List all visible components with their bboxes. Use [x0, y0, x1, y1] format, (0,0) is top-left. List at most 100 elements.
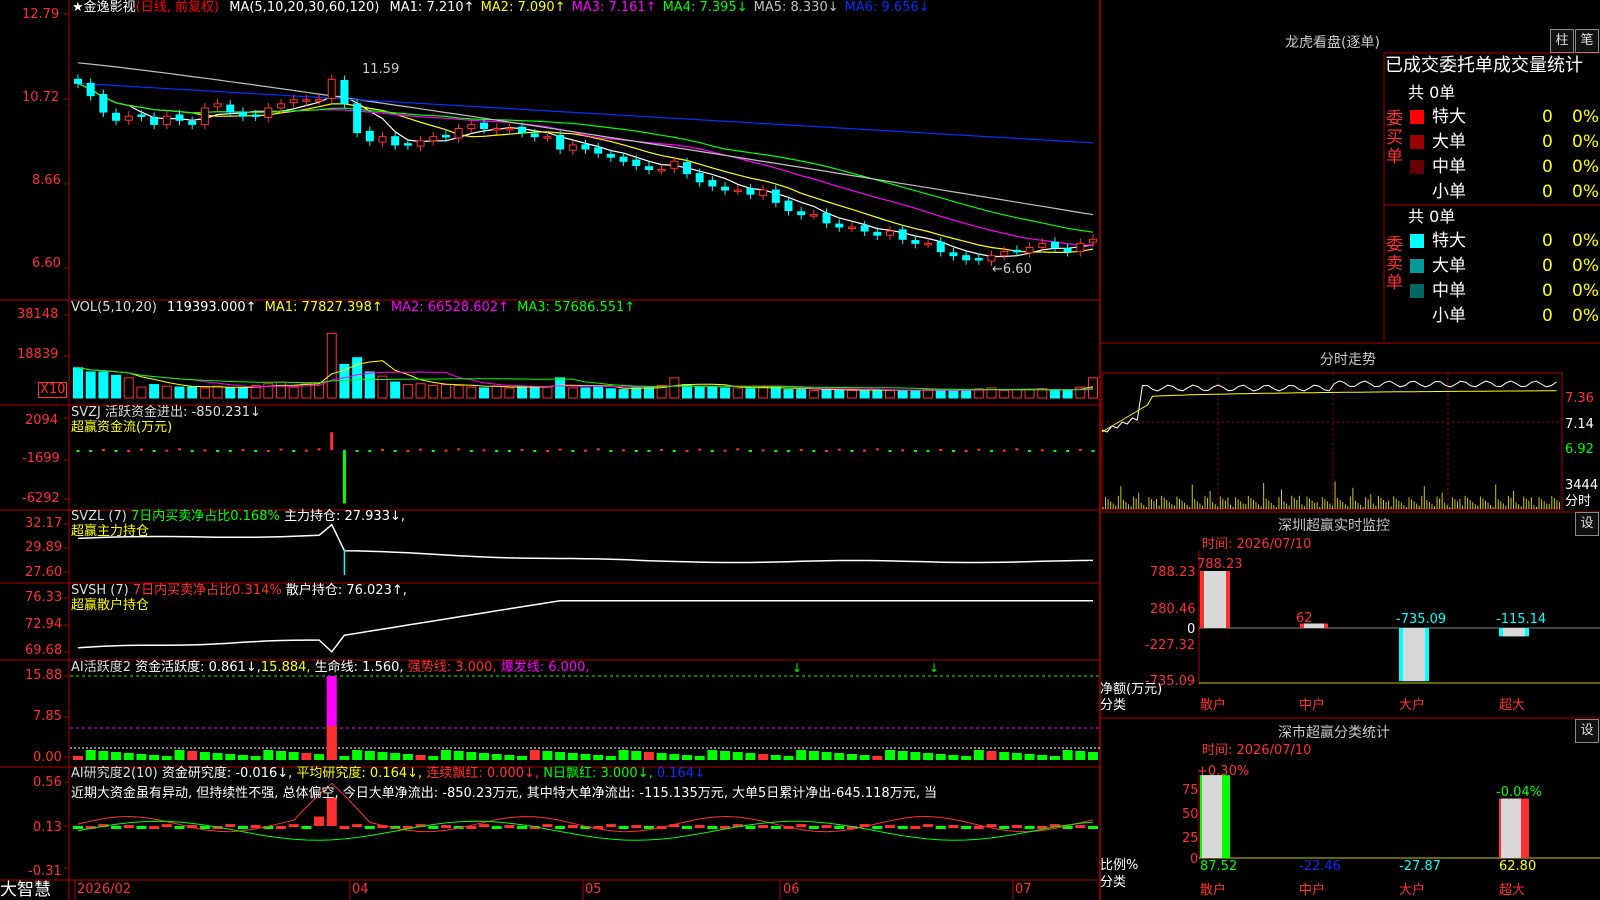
buy-total: 共 0单 [1408, 83, 1456, 102]
color-swatch-icon [1410, 160, 1424, 174]
candle-body [784, 200, 793, 212]
activity-bar [276, 751, 286, 760]
activity-bar [567, 753, 578, 760]
activity-bar [517, 756, 528, 760]
sell-row-name: 小单 [1432, 306, 1466, 326]
flow-bar [1015, 448, 1019, 451]
activity-bar [529, 750, 540, 760]
research-bar [872, 826, 883, 829]
szc-category: 大户 [1399, 883, 1426, 898]
candle-body [644, 166, 653, 171]
activity-bar [402, 754, 413, 760]
volume-bar [187, 386, 198, 399]
candle-body [391, 136, 400, 146]
research-bar [935, 826, 946, 829]
candle-body [1076, 242, 1085, 253]
activity-bar [111, 752, 122, 760]
volume-bar [98, 371, 109, 399]
research-bar [567, 825, 578, 829]
flow-bar [254, 450, 258, 452]
candle-body [1000, 251, 1009, 257]
candle-body [924, 242, 933, 246]
buy-row: 特大 0 0% [1410, 106, 1599, 128]
timeshare-avg-line [1101, 390, 1557, 433]
volume-bar [212, 385, 223, 399]
research-bar [161, 824, 172, 828]
flow-bar [926, 450, 930, 452]
activity-bar [352, 750, 363, 760]
sell-row-pct: 0% [1572, 256, 1599, 276]
chart-canvas: ↓ ↓ [0, 0, 1600, 900]
candle-body [530, 133, 539, 138]
buy-row-pct: 0% [1572, 182, 1599, 202]
volume-bar [364, 371, 375, 399]
retail-holding-line [77, 599, 1093, 653]
flow-bar [342, 450, 346, 504]
volume-bar [923, 389, 934, 399]
candle-body [886, 230, 894, 236]
buy-row-pct: 0% [1572, 107, 1599, 127]
candle-body [264, 107, 273, 118]
candle-body [809, 214, 818, 217]
star-icon[interactable]: ★ [72, 0, 84, 15]
szc-bar-highlight [1202, 775, 1222, 858]
szm-bar-highlight [1204, 571, 1226, 628]
tick-view-button[interactable]: 笔 [1575, 29, 1599, 53]
activity-bar [669, 754, 680, 760]
research-bar [745, 826, 756, 829]
volume-bar [174, 386, 185, 399]
szc-top-label: +0.30% [1197, 764, 1250, 779]
flow-bar [444, 449, 448, 452]
sell-label: 委卖单 [1386, 235, 1403, 293]
activity-bar [796, 750, 807, 760]
date-tick: 05 [585, 882, 602, 897]
candle-body [429, 136, 438, 142]
chart-mode: (日线, 前复权) [135, 0, 220, 15]
ma-value-1: MA1: 7.210↑ [389, 0, 475, 15]
szc-top-label: -0.04% [1496, 785, 1542, 800]
activity-bar [149, 755, 160, 760]
szc-tick: 0 [1190, 852, 1199, 867]
szm-value-label: 62 [1296, 611, 1313, 626]
research-bar [1075, 825, 1086, 829]
candle-body [873, 231, 882, 236]
candle-body [847, 226, 856, 229]
bar-view-button[interactable]: 柱 [1550, 29, 1574, 53]
flow-bar [571, 450, 575, 452]
research-bar [364, 826, 375, 829]
flow-bar [152, 450, 156, 452]
color-swatch-icon [1410, 309, 1424, 323]
candle-body [251, 114, 260, 117]
szc-category: 散户 [1200, 883, 1227, 898]
research-bar [225, 824, 236, 828]
buy-row-name: 大单 [1432, 132, 1466, 152]
candle-body [162, 115, 171, 125]
flow-bar [723, 449, 727, 452]
candle-body [150, 116, 159, 125]
sell-row-count: 0 [1542, 281, 1553, 301]
vol-tick: 38148 [17, 307, 59, 322]
sell-row: 中单 0 0% [1410, 280, 1599, 302]
candle-body [936, 241, 945, 253]
activity-bar [263, 750, 274, 760]
activity-bar [136, 754, 147, 760]
activity-bar [682, 755, 692, 760]
flow-bar [203, 449, 207, 452]
candle-body [962, 255, 971, 261]
activity-bar [212, 753, 223, 760]
szc-bar [1200, 775, 1230, 858]
sz-classify-settings-button[interactable]: 设 [1575, 719, 1599, 743]
volume-bar [897, 389, 908, 399]
research-bar [276, 826, 286, 829]
candle-body [327, 78, 336, 100]
sz-monitor-settings-button[interactable]: 设 [1575, 512, 1599, 536]
activity-bar [225, 754, 236, 760]
activity-bar [479, 753, 489, 760]
volume-bar [225, 387, 236, 399]
vol-header: VOL(5,10,20) 119393.000↑ MA1: 77827.398↑… [71, 300, 636, 315]
volume-bar [136, 386, 147, 399]
svzl-tick: 29.89 [25, 540, 63, 555]
candle-body [99, 93, 108, 113]
candle-body [987, 255, 996, 262]
stock-name: 金逸影视 [83, 0, 136, 15]
